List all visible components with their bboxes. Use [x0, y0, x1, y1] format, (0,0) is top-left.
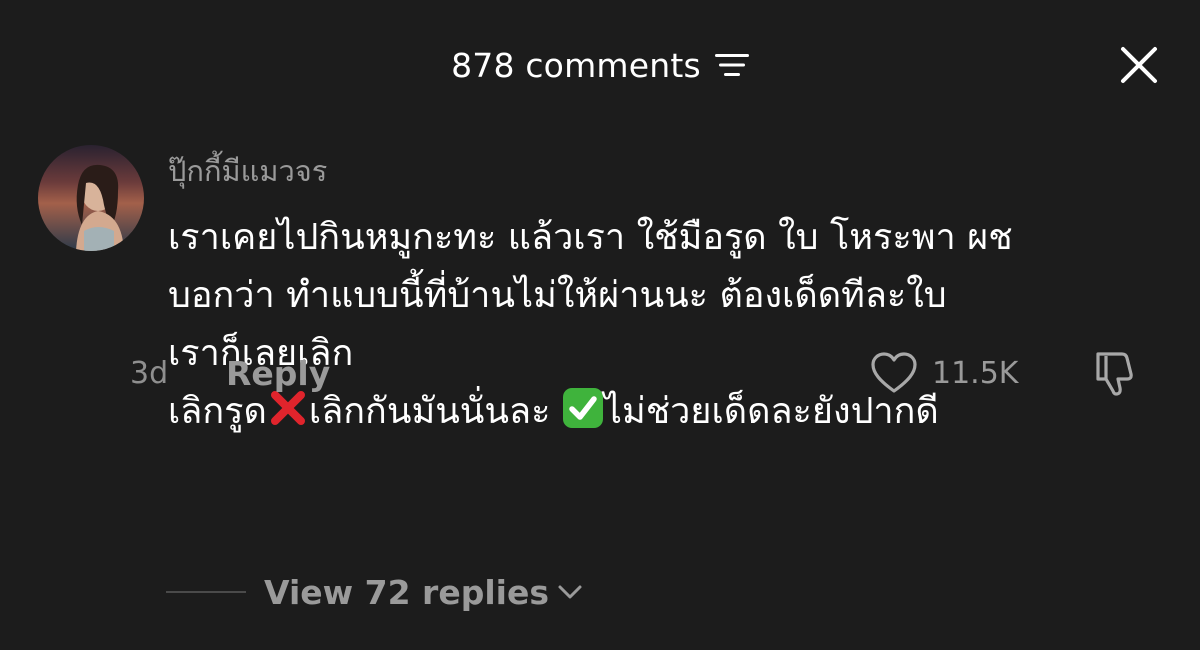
- heart-icon: [870, 351, 918, 395]
- comment-line: บอกว่า ทำแบบนี้ที่บ้านไม่ให้ผ่านนะ ต้องเ…: [168, 275, 947, 316]
- comments-header: 878 comments: [0, 0, 1200, 130]
- comment-fragment: เลิกกันมันนั่นละ: [308, 391, 562, 432]
- view-replies-button[interactable]: View 72 replies: [264, 573, 583, 612]
- dislike-button[interactable]: [1090, 348, 1140, 398]
- avatar[interactable]: [38, 145, 144, 251]
- comment-actions: 3d Reply 11.5K: [130, 350, 1140, 396]
- like-count: 11.5K: [932, 355, 1019, 391]
- close-icon: [1121, 47, 1157, 83]
- comment-line: เราเคยไปกินหมูกะทะ แล้วเรา ใช้มือรูด ใบ …: [168, 217, 1013, 258]
- comment-fragment: ไม่ช่วยเด็ดละยังปากดี: [603, 391, 939, 432]
- view-replies-label: View 72 replies: [264, 572, 549, 612]
- view-replies-row: View 72 replies: [166, 570, 583, 614]
- reply-button[interactable]: Reply: [226, 354, 330, 393]
- header-title[interactable]: 878 comments: [0, 42, 1200, 88]
- replies-divider: [166, 591, 246, 593]
- comment-body: ปุ๊กกี้มีแมวจร เราเคยไปกินหมูกะทะ แล้วเร…: [168, 151, 1168, 441]
- chevron-down-icon: [557, 583, 583, 601]
- like-button[interactable]: 11.5K: [870, 350, 1018, 396]
- thumbs-down-icon: [1096, 352, 1133, 396]
- comment-timestamp: 3d: [130, 355, 169, 391]
- comment-text: เราเคยไปกินหมูกะทะ แล้วเรา ใช้มือรูด ใบ …: [168, 209, 1168, 441]
- comment-fragment: เลิกรูด: [168, 391, 267, 432]
- comment-username[interactable]: ปุ๊กกี้มีแมวจร: [168, 151, 1168, 195]
- close-button[interactable]: [1118, 44, 1160, 86]
- sort-icon[interactable]: [714, 51, 749, 79]
- comments-count: 878 comments: [451, 45, 701, 85]
